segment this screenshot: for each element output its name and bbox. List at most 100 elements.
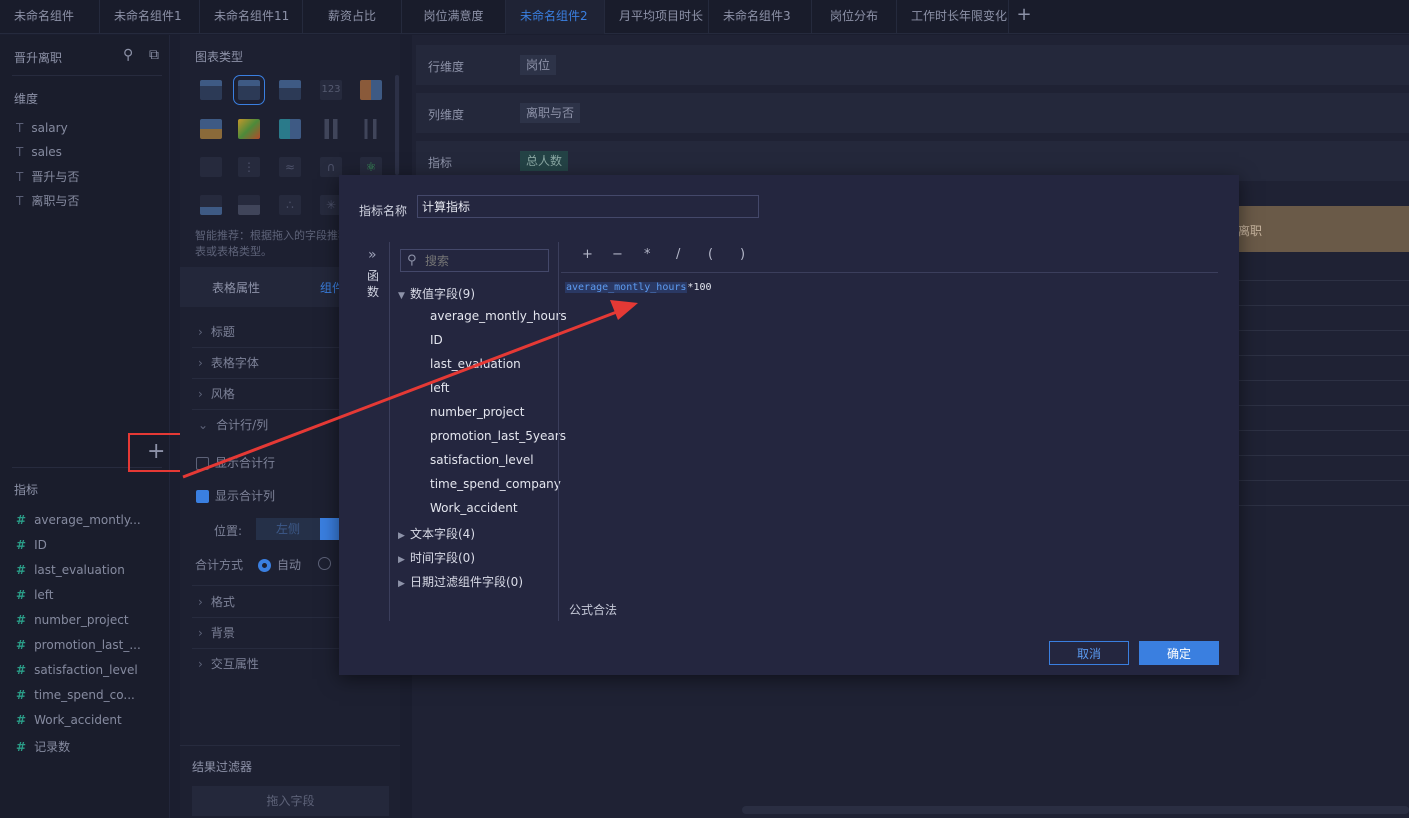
dimension-item[interactable]: T 晋升与否: [16, 168, 166, 185]
show-total-row-checkbox[interactable]: 显示合计行: [196, 454, 275, 471]
functions-label[interactable]: 函数: [366, 268, 380, 300]
position-left-option[interactable]: 左侧: [256, 518, 320, 540]
add-tab-icon[interactable]: +: [1009, 0, 1039, 34]
dataset-switch-icon[interactable]: ⧉: [149, 47, 159, 63]
measure-name-input[interactable]: [417, 195, 759, 218]
prop-total[interactable]: ⌄ 合计行/列: [198, 416, 268, 433]
kpi-icon[interactable]: 123: [320, 80, 342, 100]
field-item[interactable]: number_project: [430, 405, 524, 419]
combo-icon[interactable]: [200, 195, 222, 215]
measure-chip[interactable]: 总人数: [520, 151, 569, 171]
prop-interaction[interactable]: › 交互属性: [198, 655, 259, 672]
group-numeric[interactable]: ▼ 数值字段(9): [398, 285, 475, 302]
line-chart-icon[interactable]: ≈: [279, 157, 301, 177]
tab-4[interactable]: 岗位满意度: [402, 0, 506, 34]
pivot-table-icon[interactable]: [233, 75, 265, 105]
col-dimension-bar[interactable]: 列维度 离职与否: [416, 93, 1409, 133]
left-paren-operator[interactable]: (: [708, 247, 713, 262]
formula-editor[interactable]: average_montly_hours*100: [565, 282, 712, 293]
tab-table-props[interactable]: 表格属性: [212, 279, 260, 296]
add-measure-button[interactable]: +: [128, 433, 185, 472]
prop-style[interactable]: › 风格: [198, 385, 235, 402]
scatter-icon[interactable]: ⋮: [238, 157, 260, 177]
plus-operator[interactable]: +: [582, 247, 593, 262]
group-text[interactable]: ▶ 文本字段(4): [398, 525, 475, 542]
tab-3[interactable]: 薪资占比: [303, 0, 402, 34]
dimension-item[interactable]: T 离职与否: [16, 192, 166, 209]
total-custom-radio[interactable]: [318, 556, 337, 570]
dimension-item[interactable]: Tsalary: [16, 121, 166, 135]
table-header-cell: 离职: [1238, 206, 1409, 252]
field-item[interactable]: ID: [430, 333, 443, 347]
measure-item[interactable]: # number_project: [16, 613, 166, 627]
tab-8[interactable]: 岗位分布: [812, 0, 897, 34]
search-icon[interactable]: ⚲: [123, 47, 133, 63]
bubble-icon[interactable]: ∴: [279, 195, 301, 215]
tab-2[interactable]: 未命名组件11: [200, 0, 303, 34]
divide-operator[interactable]: /: [676, 247, 680, 262]
row-dimension-chip[interactable]: 岗位: [520, 55, 557, 75]
column-chart-icon[interactable]: [360, 119, 382, 139]
minus-operator[interactable]: −: [612, 247, 623, 262]
group-time[interactable]: ▶ 时间字段(0): [398, 549, 475, 566]
tab-5-active[interactable]: 未命名组件2: [506, 0, 605, 34]
plus-icon: +: [147, 439, 166, 464]
expand-functions-icon[interactable]: »: [368, 247, 377, 263]
field-item[interactable]: promotion_last_5years: [430, 429, 566, 443]
right-paren-operator[interactable]: ): [740, 247, 745, 262]
cancel-button[interactable]: 取消: [1049, 641, 1129, 665]
grouped-table-icon[interactable]: [200, 119, 222, 139]
filter-drop-zone[interactable]: 拖入字段: [192, 786, 389, 816]
measure-item[interactable]: # left: [16, 588, 166, 602]
field-search[interactable]: ⚲: [400, 249, 549, 272]
measure-item[interactable]: # time_spend_co...: [16, 688, 166, 702]
measure-item[interactable]: # 记录数: [16, 738, 166, 755]
field-search-input[interactable]: [425, 252, 545, 269]
measure-item[interactable]: # Work_accident: [16, 713, 166, 727]
multiply-operator[interactable]: *: [644, 247, 651, 262]
field-item[interactable]: average_montly_hours: [430, 309, 567, 323]
detail-table-icon[interactable]: [360, 80, 382, 100]
col-dimension-chip[interactable]: 离职与否: [520, 103, 581, 123]
cross-table-icon[interactable]: [279, 80, 301, 100]
tab-6[interactable]: 月平均项目时长: [605, 0, 709, 34]
horizontal-scrollbar[interactable]: [742, 806, 1409, 814]
show-total-col-checkbox[interactable]: 显示合计列: [196, 487, 275, 504]
area-chart-icon[interactable]: ∩: [320, 157, 342, 177]
word-cloud-icon[interactable]: [200, 157, 222, 177]
tab-9[interactable]: 工作时长年限变化: [897, 0, 1009, 34]
field-item[interactable]: satisfaction_level: [430, 453, 534, 467]
stacked-icon[interactable]: [238, 195, 260, 215]
radar-icon[interactable]: ⚛: [360, 157, 382, 177]
measure-item[interactable]: # last_evaluation: [16, 563, 166, 577]
field-item[interactable]: Work_accident: [430, 501, 518, 515]
bar-chart-icon[interactable]: [320, 119, 342, 139]
total-auto-radio[interactable]: 自动: [258, 556, 301, 573]
tab-1[interactable]: 未命名组件1: [100, 0, 200, 34]
measure-item[interactable]: # promotion_last_...: [16, 638, 166, 652]
field-item[interactable]: left: [430, 381, 449, 395]
config-scrollbar[interactable]: [395, 75, 399, 175]
row-dimension-bar[interactable]: 行维度 岗位: [416, 45, 1409, 85]
measure-item[interactable]: # ID: [16, 538, 166, 552]
field-item[interactable]: time_spend_company: [430, 477, 561, 491]
prop-background[interactable]: › 背景: [198, 624, 235, 641]
prop-format[interactable]: › 格式: [198, 593, 235, 610]
field-item[interactable]: last_evaluation: [430, 357, 521, 371]
tree-chart-icon[interactable]: [279, 119, 301, 139]
chart-type-title: 图表类型: [195, 50, 244, 64]
heatmap-icon[interactable]: [238, 119, 260, 139]
prop-title[interactable]: › 标题: [198, 323, 235, 340]
table-chart-icon[interactable]: [200, 80, 222, 100]
measure-item[interactable]: # satisfaction_level: [16, 663, 166, 677]
formula-field-token[interactable]: average_montly_hours: [565, 282, 688, 293]
confirm-button[interactable]: 确定: [1139, 641, 1219, 665]
measure-name-label: 指标名称: [359, 204, 408, 218]
group-date-filter[interactable]: ▶ 日期过滤组件字段(0): [398, 573, 523, 590]
tab-0[interactable]: 未命名组件: [0, 0, 100, 34]
position-right-option[interactable]: [320, 518, 340, 540]
prop-table-font[interactable]: › 表格字体: [198, 354, 259, 371]
tab-7[interactable]: 未命名组件3: [709, 0, 812, 34]
measure-item[interactable]: # average_montly...: [16, 513, 166, 527]
dimension-item[interactable]: Tsales: [16, 145, 166, 159]
